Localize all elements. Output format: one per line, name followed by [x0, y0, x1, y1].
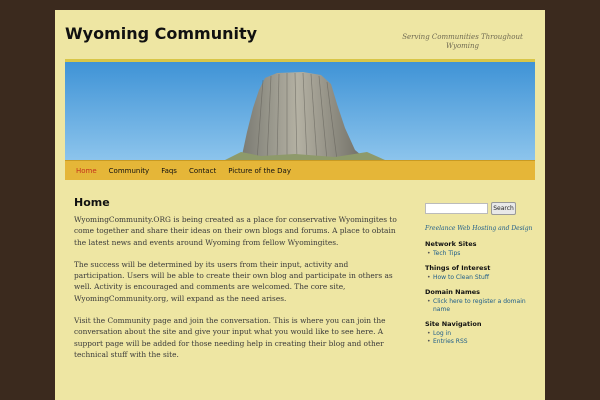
- nav-item-faqs[interactable]: Faqs: [155, 167, 183, 175]
- widget-title: Things of Interest: [425, 264, 491, 272]
- entries-rss-link[interactable]: Entries RSS: [433, 338, 468, 345]
- main-content: Home WyomingCommunity.ORG is being creat…: [74, 196, 399, 371]
- list-item: Entries RSS: [427, 338, 535, 346]
- widget-title: Domain Names: [425, 288, 481, 296]
- widget-things-of-interest: Things of Interest How to Clean Stuff: [425, 264, 535, 282]
- nav-item-picture-of-the-day[interactable]: Picture of the Day: [222, 167, 297, 175]
- widget-site-navigation: Site Navigation Log in Entries RSS: [425, 320, 535, 346]
- search-input[interactable]: [425, 203, 488, 214]
- list-item: Tech Tips: [427, 250, 535, 258]
- sidebar: Search Freelance Web Hosting and Design …: [425, 202, 535, 352]
- log-in-link[interactable]: Log in: [433, 330, 451, 337]
- nav-item-contact[interactable]: Contact: [183, 167, 222, 175]
- page-container: Wyoming Community Serving Communities Th…: [55, 10, 545, 400]
- site-description: Serving Communities Throughout Wyoming: [402, 33, 523, 50]
- page-title: Home: [74, 196, 110, 209]
- nav-item-home[interactable]: Home: [70, 167, 103, 175]
- list-item: How to Clean Stuff: [427, 274, 535, 282]
- widget-title: Site Navigation: [425, 320, 482, 328]
- list-item: Click here to register a domain name: [427, 298, 535, 314]
- register-domain-link[interactable]: Click here to register a domain name: [433, 298, 526, 313]
- content-paragraph: WyomingCommunity.ORG is being created as…: [74, 215, 397, 247]
- list-item: Log in: [427, 330, 535, 338]
- widget-network-sites: Network Sites Tech Tips: [425, 240, 535, 258]
- search-form: Search: [425, 202, 535, 215]
- main-navigation: Home Community Faqs Contact Picture of t…: [65, 160, 535, 180]
- widget-domain-names: Domain Names Click here to register a do…: [425, 288, 535, 314]
- site-title[interactable]: Wyoming Community: [65, 24, 257, 43]
- tech-tips-link[interactable]: Tech Tips: [433, 250, 460, 257]
- nav-item-community[interactable]: Community: [103, 167, 156, 175]
- search-button[interactable]: Search: [491, 202, 516, 215]
- header-banner-image: [65, 62, 535, 160]
- how-to-clean-stuff-link[interactable]: How to Clean Stuff: [433, 274, 489, 281]
- freelance-hosting-link[interactable]: Freelance Web Hosting and Design: [425, 224, 535, 233]
- content-paragraph: The success will be determined by its us…: [74, 259, 393, 303]
- widget-title: Network Sites: [425, 240, 477, 248]
- content-paragraph: Visit the Community page and join the co…: [74, 316, 386, 359]
